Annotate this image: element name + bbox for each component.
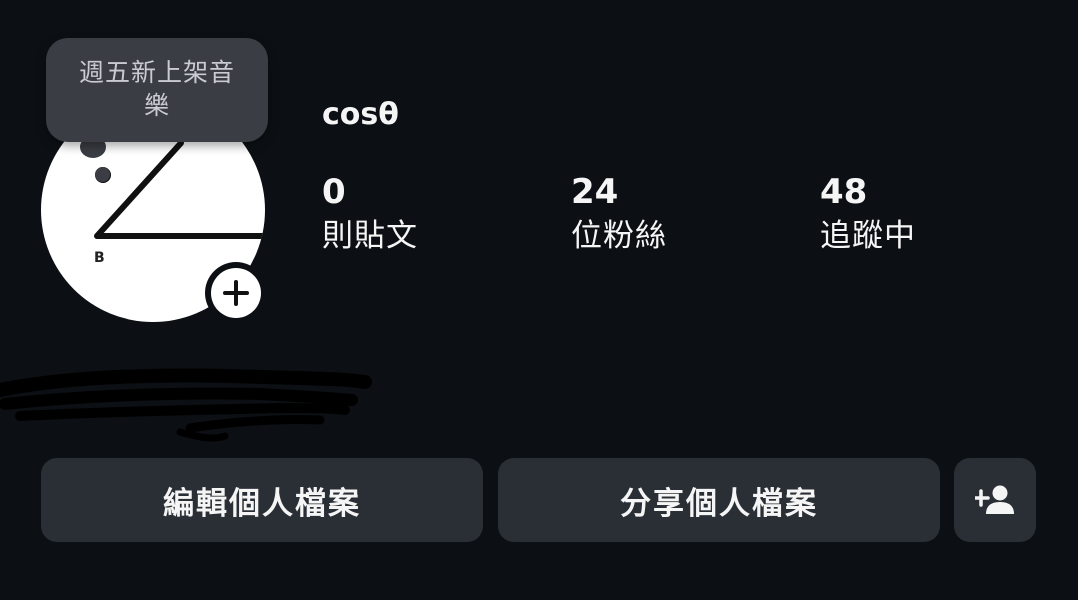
stat-posts[interactable]: 0 則貼文 xyxy=(322,170,418,258)
note-bubble[interactable]: 週五新上架音樂 xyxy=(46,38,268,142)
stat-value: 48 xyxy=(820,172,868,212)
redacted-scribble xyxy=(0,368,372,442)
person-add-icon xyxy=(975,485,1014,514)
stat-followers[interactable]: 24 位粉絲 xyxy=(571,170,667,258)
stat-value: 24 xyxy=(571,172,619,212)
plus-icon xyxy=(211,268,261,318)
discover-people-button[interactable] xyxy=(954,458,1036,542)
stat-value: 0 xyxy=(322,172,346,212)
stat-label: 則貼文 xyxy=(322,218,418,254)
note-bubble-tail-dot xyxy=(95,167,110,182)
stat-label: 位粉絲 xyxy=(571,218,667,254)
stat-following[interactable]: 48 追蹤中 xyxy=(820,170,916,258)
stat-label: 追蹤中 xyxy=(820,218,916,254)
note-text: 週五新上架音樂 xyxy=(78,58,235,120)
add-story-button[interactable] xyxy=(205,262,267,324)
profile-header: B 週五新上架音樂 cosθ 0 則貼文 24 位粉絲 48 追蹤中 編輯個人檔… xyxy=(0,0,1078,600)
username: cosθ xyxy=(322,97,399,132)
edit-profile-button[interactable]: 編輯個人檔案 xyxy=(41,458,483,542)
avatar-letter: B xyxy=(94,250,105,266)
share-profile-button[interactable]: 分享個人檔案 xyxy=(498,458,940,542)
